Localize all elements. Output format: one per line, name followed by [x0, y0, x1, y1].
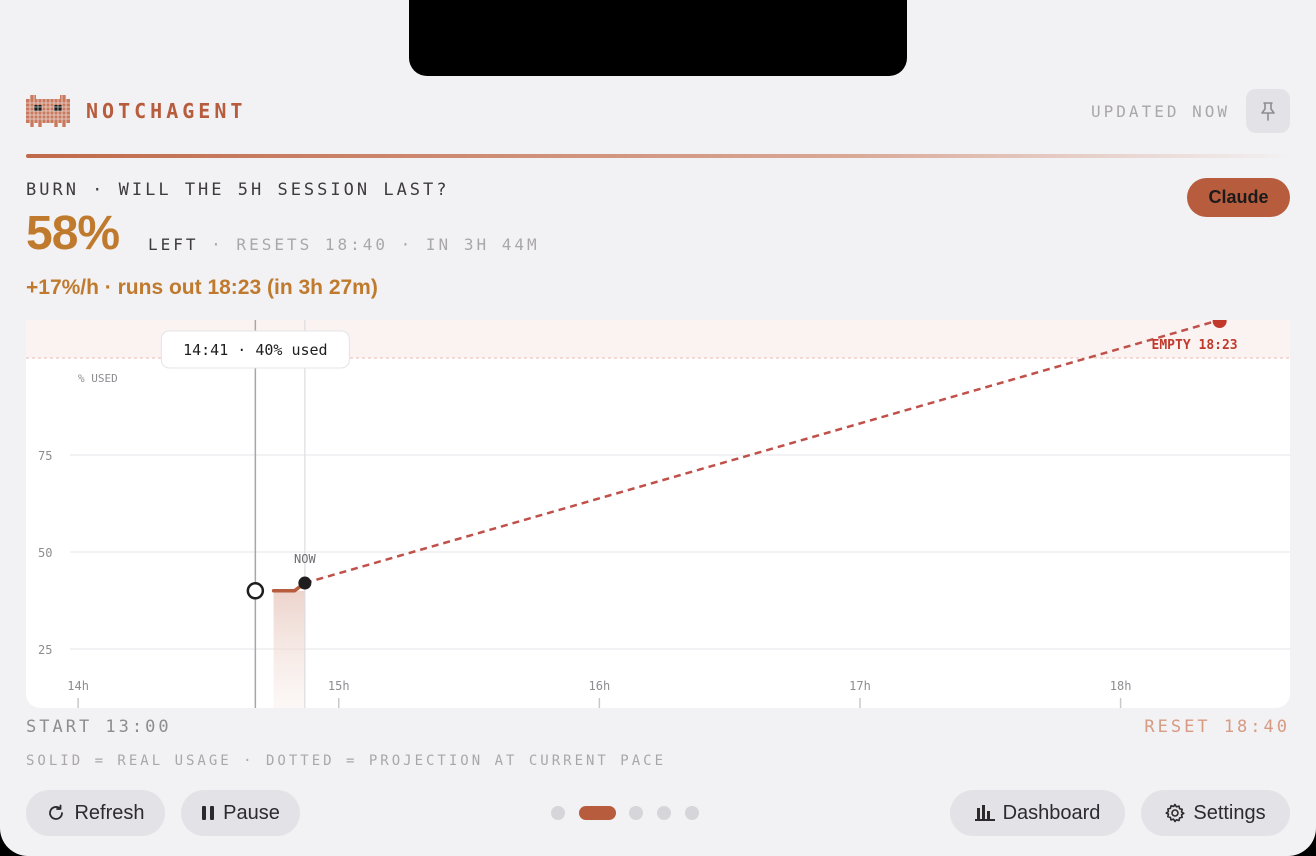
provider-claude-button[interactable]: Claude — [1187, 178, 1290, 217]
updated-status: UPDATED NOW — [1091, 102, 1230, 121]
now-point — [298, 576, 312, 590]
notch-panel: NOTCHAGENT UPDATED NOW BURN · WILL THE 5… — [0, 0, 1316, 856]
now-label: NOW — [294, 552, 316, 566]
x-tick-label: 14h — [67, 679, 89, 693]
pixel-crab-logo — [26, 95, 70, 127]
y-axis-label: % USED — [78, 372, 118, 385]
usage-chart[interactable]: 25 50 75 % USED 14h 15h 16h 17h 18h NOW EMPTY 18:2… — [26, 320, 1290, 708]
header-divider — [26, 154, 1290, 158]
page-dot[interactable] — [657, 806, 671, 820]
settings-button[interactable]: Settings — [1141, 790, 1290, 836]
chart-legend: SOLID = REAL USAGE · DOTTED = PROJECTION… — [26, 753, 667, 769]
dashboard-button[interactable]: Dashboard — [950, 790, 1125, 836]
page-dot[interactable] — [685, 806, 699, 820]
x-tick-label: 15h — [328, 679, 350, 693]
hover-tooltip-text: 14:41 · 40% used — [183, 341, 328, 359]
reset-countdown: · RESETS 18:40 · IN 3H 44M — [198, 235, 540, 254]
refresh-icon — [49, 804, 64, 820]
hover-point[interactable] — [246, 582, 265, 600]
page-dot-active[interactable] — [579, 806, 616, 820]
page-dot[interactable] — [629, 806, 643, 820]
section-question: BURN · WILL THE 5H SESSION LAST? — [26, 180, 450, 200]
empty-label: EMPTY 18:23 — [1152, 338, 1238, 353]
pin-button[interactable] — [1246, 89, 1290, 133]
refresh-button[interactable]: Refresh — [26, 790, 165, 836]
pause-button[interactable]: Pause — [181, 790, 300, 836]
y-tick-label: 50 — [38, 546, 52, 560]
session-start: START 13:00 — [26, 717, 172, 737]
pin-icon — [1261, 102, 1275, 121]
percent-left: 58% — [26, 207, 120, 260]
y-tick-label: 25 — [38, 643, 52, 657]
gear-icon — [1165, 803, 1185, 823]
chart-background — [26, 320, 1290, 708]
pause-label: Pause — [223, 801, 280, 824]
settings-label: Settings — [1193, 801, 1266, 824]
reset-info: LEFT · RESETS 18:40 · IN 3H 44M — [148, 235, 540, 254]
burn-rate-line: +17%/h · runs out 18:23 (in 3h 27m) — [26, 276, 378, 299]
refresh-label: Refresh — [74, 801, 145, 824]
bar-chart-icon — [974, 805, 995, 821]
x-tick-label: 18h — [1110, 679, 1132, 693]
x-tick-label: 16h — [589, 679, 611, 693]
page-dot[interactable] — [551, 806, 565, 820]
pause-icon — [202, 806, 215, 820]
y-tick-label: 75 — [38, 449, 52, 463]
x-tick-label: 17h — [849, 679, 871, 693]
session-reset: RESET 18:40 — [1144, 717, 1290, 737]
dashboard-label: Dashboard — [1002, 801, 1101, 824]
hardware-notch — [409, 0, 907, 76]
actual-usage-area — [273, 590, 305, 708]
app-brand: NOTCHAGENT — [86, 99, 247, 123]
left-label: LEFT — [148, 235, 199, 254]
